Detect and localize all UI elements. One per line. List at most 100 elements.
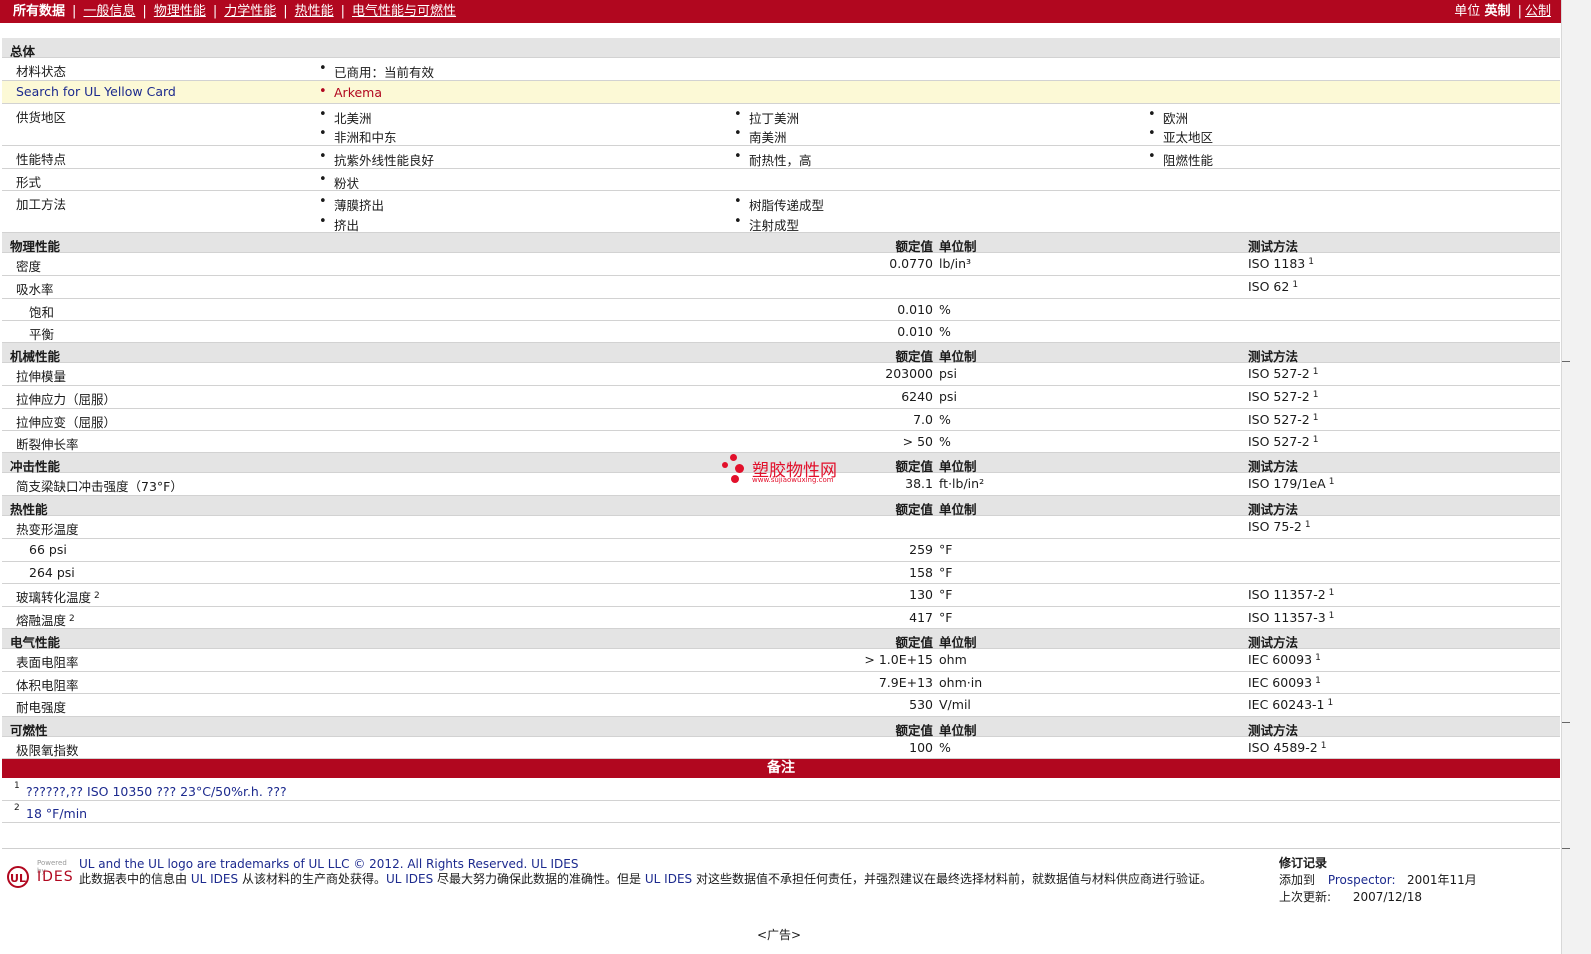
unit-imperial[interactable]: 英制 — [1484, 4, 1510, 19]
row-unit: % — [939, 740, 951, 755]
row-value: 100 — [909, 740, 933, 755]
ul-ides-logo: Powered by UL IDES — [7, 859, 73, 891]
row-unit: psi — [939, 389, 957, 404]
row-label: 热变形温度 — [16, 522, 79, 537]
bullet-value: 北美洲 — [319, 107, 371, 127]
nav-general-info[interactable]: 一般信息 — [83, 4, 135, 19]
row-label: 材料状态 — [16, 64, 67, 79]
row-unit: V/mil — [939, 697, 971, 712]
section-electrical: 电气性能 额定值 单位制 测试方法 — [2, 629, 1560, 650]
row-value: 6240 — [901, 389, 933, 404]
row-method: ISO 75-2 1 — [1248, 519, 1311, 534]
row-value: 7.0 — [913, 412, 933, 427]
unit-switch: 单位 英制 | 公制 — [1454, 4, 1551, 19]
ul-yellow-card-link[interactable]: Search for UL Yellow Card — [16, 84, 176, 99]
row-method: ISO 527-2 1 — [1248, 366, 1319, 381]
row-unit: % — [939, 302, 951, 317]
disclaimer-text: 此数据表中的信息由 UL IDES 从该材料的生产商处获得。UL IDES 尽最… — [79, 872, 1212, 886]
row-label: 简支梁缺口冲击强度（73°F） — [16, 479, 183, 494]
row-label: 拉伸应变（屈服） — [16, 415, 117, 430]
scrollbar[interactable] — [1561, 0, 1591, 954]
watermark-logo: 塑胶物性网 www.sujiaowuxing.com — [722, 454, 852, 488]
bullet-value: 挤出 — [319, 214, 359, 234]
row-features: 性能特点 抗紫外线性能良好 耐热性，高 阻燃性能 — [2, 146, 1560, 169]
row-unit: psi — [939, 366, 957, 381]
bullet-value: 亚太地区 — [1148, 126, 1213, 146]
row-value: 38.1 — [905, 476, 933, 491]
table-row: 耐电强度 530 V/mil IEC 60243-1 1 — [2, 694, 1560, 717]
table-row: 264 psi 158 °F — [2, 562, 1560, 584]
row-unit: °F — [939, 565, 953, 580]
nav-all-data[interactable]: 所有数据 — [13, 4, 65, 19]
row-method: IEC 60093 1 — [1248, 675, 1321, 690]
revision-added: 添加到 Prospector: 2001年11月 — [1279, 873, 1477, 887]
row-unit: ohm — [939, 652, 967, 667]
nav-mechanical[interactable]: 力学性能 — [224, 4, 276, 19]
nav-thermal[interactable]: 热性能 — [295, 4, 334, 19]
note-item: 1 ??????,?? ISO 10350 ??? 23°C/50%r.h. ?… — [2, 779, 1560, 801]
row-method: ISO 1183 1 — [1248, 256, 1314, 271]
table-row: 断裂伸长率 > 50 % ISO 527-2 1 — [2, 431, 1560, 453]
revision-history: 修订记录 添加到 Prospector: 2001年11月 上次更新: 2007… — [1279, 855, 1477, 906]
row-method: ISO 527-2 1 — [1248, 412, 1319, 427]
row-value: 530 — [909, 697, 933, 712]
table-row: 拉伸应力（屈服） 6240 psi ISO 527-2 1 — [2, 386, 1560, 409]
row-label: 吸水率 — [16, 282, 54, 297]
row-value: 7.9E+13 — [878, 675, 933, 690]
table-row: 拉伸应变（屈服） 7.0 % ISO 527-2 1 — [2, 409, 1560, 431]
nav-electrical-flammability[interactable]: 电气性能与可燃性 — [352, 4, 456, 19]
table-row: 表面电阻率 > 1.0E+15 ohm IEC 60093 1 — [2, 649, 1560, 672]
bullet-value: 注射成型 — [734, 214, 799, 234]
row-value: 158 — [909, 565, 933, 580]
section-physical: 物理性能 额定值 单位制 测试方法 — [2, 233, 1560, 254]
row-label: 形式 — [16, 175, 42, 190]
unit-metric[interactable]: 公制 — [1525, 4, 1551, 19]
row-method: ISO 527-2 1 — [1248, 434, 1319, 449]
row-unit: % — [939, 324, 951, 339]
row-label: 极限氧指数 — [16, 743, 79, 758]
row-label: 拉伸应力（屈服） — [16, 392, 117, 407]
bullet-value: 耐热性，高 — [734, 149, 811, 169]
row-unit: °F — [939, 542, 953, 557]
row-value: > 1.0E+15 — [864, 652, 933, 667]
row-label: 密度 — [16, 259, 42, 274]
row-unit: % — [939, 412, 951, 427]
section-flammability: 可燃性 额定值 单位制 测试方法 — [2, 717, 1560, 738]
row-unit: ohm·in — [939, 675, 983, 690]
row-value: 259 — [909, 542, 933, 557]
revision-title: 修订记录 — [1279, 856, 1328, 870]
note-item: 2 18 °F/min — [2, 801, 1560, 823]
row-method: ISO 179/1eA 1 — [1248, 476, 1335, 491]
row-supply-region: 供货地区 北美洲 拉丁美洲 欧洲 非洲和中东 南美洲 亚太地区 — [2, 104, 1560, 146]
table-row: 饱和 0.010 % — [2, 299, 1560, 321]
manufacturer-link[interactable]: Arkema — [319, 84, 382, 100]
units-label: 单位 — [1454, 4, 1481, 19]
ad-label: <广告> — [757, 928, 802, 942]
trademark-text: UL and the UL logo are trademarks of UL … — [79, 857, 579, 871]
table-row: 66 psi 259 °F — [2, 539, 1560, 562]
row-label: 供货地区 — [16, 110, 67, 125]
bullet-value: 拉丁美洲 — [734, 107, 799, 127]
row-unit: °F — [939, 610, 953, 625]
row-unit: ft·lb/in² — [939, 476, 985, 491]
row-value: 0.010 — [897, 302, 933, 317]
table-row: 热变形温度 ISO 75-2 1 — [2, 516, 1560, 539]
table-row: 体积电阻率 7.9E+13 ohm·in IEC 60093 1 — [2, 672, 1560, 694]
section-nav: 所有数据 | 一般信息 | 物理性能 | 力学性能 | 热性能 | 电气性能与可燃性 — [13, 4, 457, 19]
bullet-value: 已商用：当前有效 — [319, 61, 434, 81]
row-label: 耐电强度 — [16, 700, 67, 715]
table-row: 密度 0.0770 lb/in³ ISO 1183 1 — [2, 253, 1560, 276]
row-unit: % — [939, 434, 951, 449]
row-value: 203000 — [885, 366, 933, 381]
row-method: ISO 11357-3 1 — [1248, 610, 1335, 625]
table-row: 拉伸模量 203000 psi ISO 527-2 1 — [2, 363, 1560, 386]
row-method: IEC 60093 1 — [1248, 652, 1321, 667]
section-general: 总体 — [2, 38, 1560, 59]
nav-physical[interactable]: 物理性能 — [154, 4, 206, 19]
row-label: 拉伸模量 — [16, 369, 67, 384]
row-label: 饱和 — [29, 305, 55, 320]
bullet-value: 欧洲 — [1148, 107, 1188, 127]
row-material-status: 材料状态 已商用：当前有效 — [2, 58, 1560, 81]
row-label: 表面电阻率 — [16, 655, 79, 670]
revision-updated: 上次更新: 2007/12/18 — [1279, 890, 1422, 904]
